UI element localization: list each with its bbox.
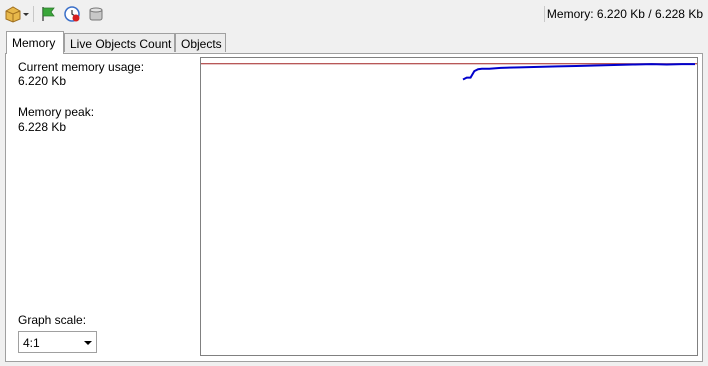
tab-memory[interactable]: Memory: [6, 31, 64, 54]
timer-clock-icon: [64, 6, 80, 22]
tab-live-objects-count[interactable]: Live Objects Count: [64, 33, 175, 52]
status-separator: [544, 6, 545, 22]
graph-scale-select[interactable]: 4:1: [18, 331, 97, 353]
graph-scale-value: 4:1: [23, 336, 40, 350]
memory-peak-value: 6.228 Kb: [18, 120, 67, 134]
current-memory-value: 6.220 Kb: [18, 74, 67, 88]
memory-peak-label: Memory peak:: [18, 105, 95, 119]
toolbar-separator: [33, 6, 34, 22]
flag-run-icon: [42, 7, 55, 21]
memory-status-text: Memory: 6.220 Kb / 6.228 Kb: [546, 7, 703, 21]
gc-button[interactable]: [86, 4, 106, 24]
current-memory-label: Current memory usage:: [18, 60, 145, 74]
package-dropdown-button[interactable]: [4, 4, 30, 24]
memory-usage-line: [462, 63, 695, 81]
memory-graph: [200, 57, 698, 356]
toolbar: Memory: 6.220 Kb / 6.228 Kb: [0, 0, 708, 28]
run-button[interactable]: [38, 4, 58, 24]
memory-graph-svg: [201, 63, 697, 81]
gc-disk-icon: [89, 7, 103, 21]
memory-panel: Current memory usage: 6.220 Kb Memory pe…: [5, 53, 703, 362]
chevron-down-icon: [84, 341, 92, 345]
graph-scale-label: Graph scale:: [18, 313, 87, 327]
package-icon: [5, 6, 29, 23]
timer-button[interactable]: [62, 4, 82, 24]
chevron-down-icon: [23, 13, 29, 16]
tab-objects[interactable]: Objects: [175, 33, 226, 52]
